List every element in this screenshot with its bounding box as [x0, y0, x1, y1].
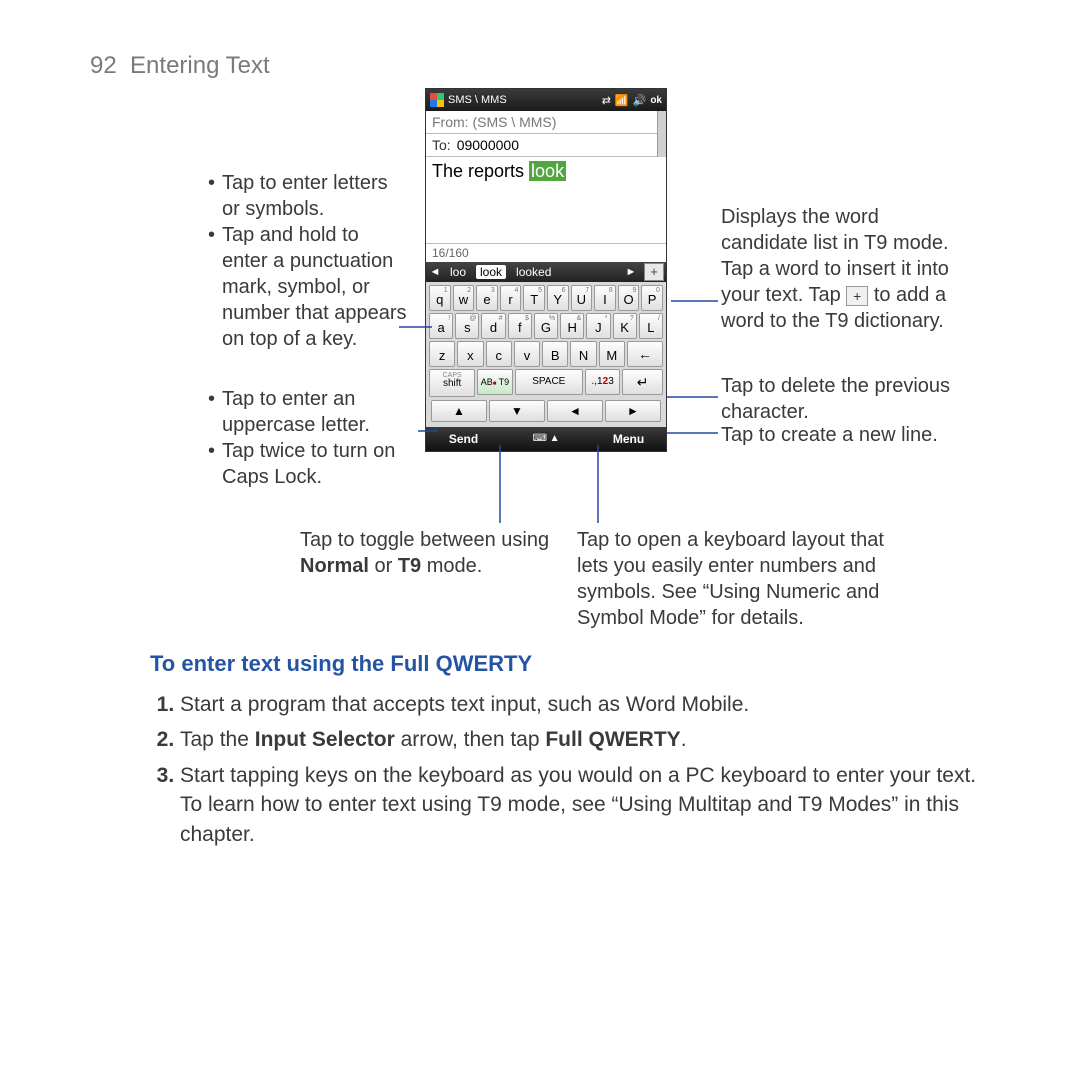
instructions-list: Start a program that accepts text input,… [150, 682, 980, 855]
callout-lines [0, 0, 1080, 1080]
instruction-step: Tap the Input Selector arrow, then tap F… [180, 725, 980, 754]
section-heading: To enter text using the Full QWERTY [150, 651, 532, 677]
instruction-step: Start tapping keys on the keyboard as yo… [180, 761, 980, 849]
instruction-step: Start a program that accepts text input,… [180, 690, 980, 719]
